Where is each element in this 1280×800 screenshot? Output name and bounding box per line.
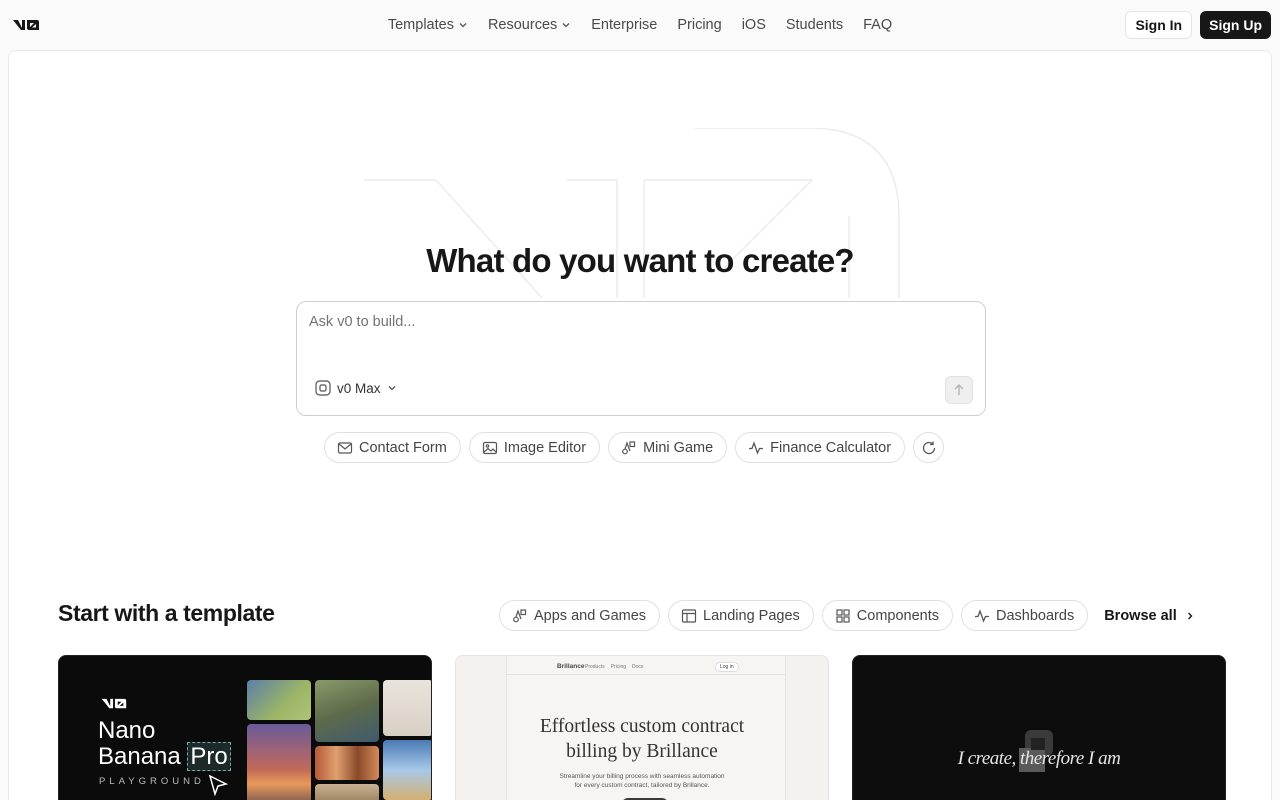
preview-nav: Products Pricing Docs — [585, 664, 643, 670]
refresh-suggestions-button[interactable] — [913, 432, 945, 463]
thumbnail-image — [247, 724, 311, 800]
suggestion-label: Image Editor — [503, 439, 587, 456]
activity-icon — [749, 440, 764, 455]
browse-all-link[interactable]: Browse all — [1104, 608, 1195, 624]
hero-title: What do you want to create? — [426, 242, 854, 279]
model-icon — [315, 380, 331, 396]
auth-buttons: Sign In Sign Up — [1125, 11, 1271, 39]
suggestion-chips: Contact Form Image Editor Mini Game Fina… — [324, 432, 945, 463]
filter-components[interactable]: Components — [821, 600, 954, 631]
filter-dashboards[interactable]: Dashboards — [961, 600, 1089, 631]
preview-subtext-line1: Streamline your billing process with sea… — [559, 773, 725, 780]
template-card-brillance[interactable]: Brillance Products Pricing Docs Log in E… — [455, 655, 829, 800]
nav-students-label: Students — [785, 17, 844, 33]
chevron-down-icon — [562, 23, 570, 28]
template-card-nano-banana[interactable]: Nano Banana Pro PLAYGROUND — [58, 655, 432, 800]
filter-apps-and-games[interactable]: Apps and Games — [499, 600, 661, 631]
preview-nav-item: Pricing — [610, 664, 627, 670]
thumbnail-image — [247, 680, 311, 720]
preview-nav-item: Products — [585, 664, 605, 670]
nav-faq-label: FAQ — [863, 17, 893, 33]
v0-logo — [101, 698, 127, 709]
suggestion-finance-calculator[interactable]: Finance Calculator — [735, 432, 906, 463]
suggestion-mini-game[interactable]: Mini Game — [608, 432, 728, 463]
template-cards: Nano Banana Pro PLAYGROUND Brillance Pro… — [58, 655, 1226, 800]
refresh-icon — [922, 441, 935, 454]
mail-icon — [337, 441, 353, 454]
card-title: Nano Banana Pro — [98, 717, 231, 771]
pro-badge: Pro — [187, 742, 231, 771]
nav-pricing[interactable]: Pricing — [677, 17, 721, 33]
nav-enterprise[interactable]: Enterprise — [591, 17, 657, 33]
preview-brand: Brillance — [557, 663, 585, 670]
nav-templates[interactable]: Templates — [388, 17, 468, 33]
template-filters: Apps and Games Landing Pages Components … — [499, 600, 1195, 631]
card-title-line2: Banana — [98, 743, 181, 770]
model-selector[interactable]: v0 Max — [315, 380, 397, 396]
suggestion-contact-form[interactable]: Contact Form — [324, 432, 461, 463]
chevron-down-icon — [388, 386, 395, 391]
card-title-line1: Nano — [98, 717, 156, 744]
prompt-box: v0 Max — [296, 301, 986, 416]
preview-subtext-line2: for every custom contract, tailored by B… — [574, 782, 710, 789]
chevron-right-icon — [1187, 612, 1193, 619]
suggestion-label: Finance Calculator — [770, 439, 892, 456]
cursor-icon — [208, 774, 229, 796]
thumbnail-image — [315, 680, 379, 742]
thumbnail-image — [315, 784, 379, 800]
thumbnail-image — [315, 746, 379, 780]
nav-students[interactable]: Students — [786, 17, 843, 33]
filter-label: Apps and Games — [534, 607, 647, 624]
suggestion-image-editor[interactable]: Image Editor — [468, 432, 601, 463]
nav-ios[interactable]: iOS — [742, 17, 766, 33]
sign-up-button[interactable]: Sign Up — [1200, 11, 1271, 39]
nav-pricing-label: Pricing — [677, 17, 722, 33]
chevron-down-icon — [459, 23, 467, 28]
filter-label: Dashboards — [996, 607, 1075, 624]
thumbnail-image — [383, 740, 431, 800]
preview-subtext: Streamline your billing process with sea… — [456, 772, 828, 790]
sign-in-button[interactable]: Sign In — [1125, 11, 1193, 39]
preview-heading-line1: Effortless custom contract — [539, 716, 745, 737]
preview-heading-line2: billing by Brillance — [566, 741, 718, 762]
v0-logo[interactable] — [12, 17, 40, 33]
layout-icon — [681, 608, 697, 623]
nav-resources[interactable]: Resources — [488, 17, 571, 33]
nav-ios-label: iOS — [741, 17, 766, 33]
preview-nav-item: Docs — [632, 664, 644, 670]
filter-landing-pages[interactable]: Landing Pages — [668, 600, 814, 631]
suggestion-label: Contact Form — [359, 439, 447, 456]
activity-icon — [975, 608, 990, 623]
shapes-icon — [622, 440, 636, 454]
preview-login: Log in — [715, 662, 739, 672]
card-subtitle: PLAYGROUND — [99, 776, 205, 787]
nav-enterprise-label: Enterprise — [591, 17, 658, 33]
filter-label: Components — [856, 607, 940, 624]
nav-faq[interactable]: FAQ — [863, 17, 892, 33]
shapes-icon — [513, 608, 527, 622]
thumbnail-image — [383, 680, 431, 736]
card-headline: I create, therefore I am — [957, 748, 1121, 769]
template-card-i-create[interactable]: I create, therefore I am — [852, 655, 1226, 800]
main-panel: What do you want to create? v0 Max Conta… — [8, 50, 1272, 800]
nav-resources-label: Resources — [487, 17, 558, 33]
prompt-input[interactable] — [309, 314, 969, 364]
filter-label: Landing Pages — [703, 607, 800, 624]
top-navigation: Templates Resources Enterprise Pricing i… — [0, 0, 1280, 50]
nav-templates-label: Templates — [387, 17, 454, 33]
arrow-up-icon — [954, 384, 964, 395]
send-button[interactable] — [945, 376, 973, 404]
main-nav: Templates Resources Enterprise Pricing i… — [0, 0, 1280, 50]
grid-icon — [836, 608, 850, 623]
image-icon — [482, 441, 497, 454]
templates-title: Start with a template — [58, 600, 275, 626]
browse-all-label: Browse all — [1104, 607, 1177, 624]
model-label: v0 Max — [337, 380, 381, 396]
suggestion-label: Mini Game — [643, 439, 714, 456]
preview-heading: Effortless custom contract billing by Br… — [456, 714, 828, 764]
